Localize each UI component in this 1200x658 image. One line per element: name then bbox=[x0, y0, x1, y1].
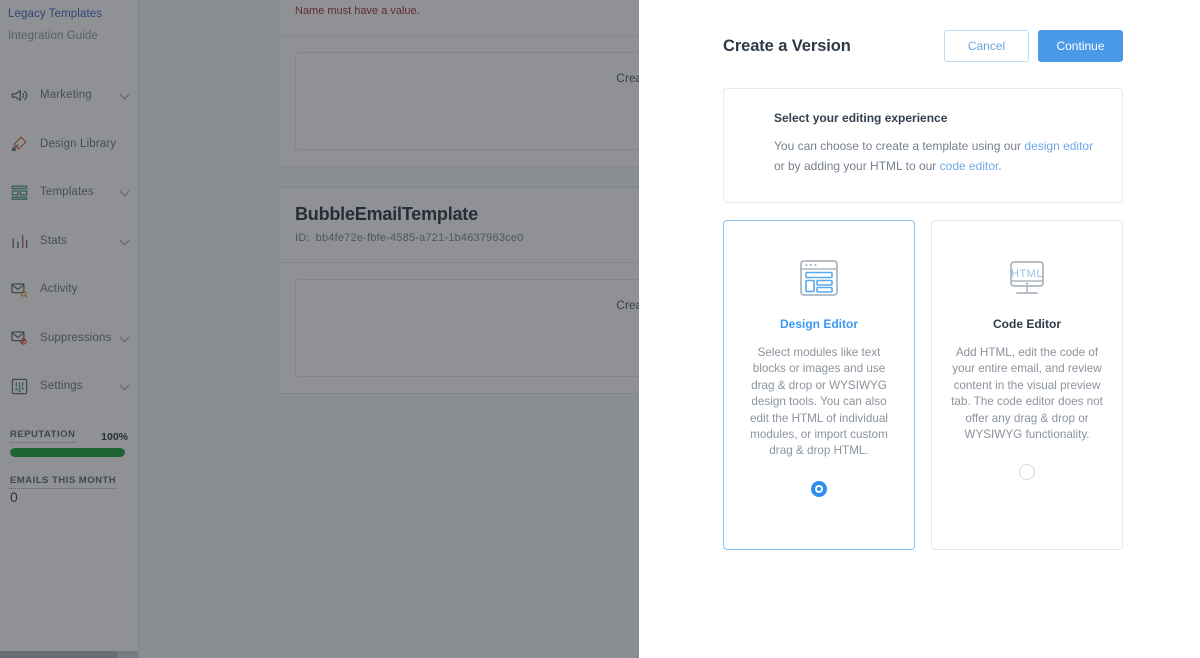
editor-options-row: Design Editor Select modules like text b… bbox=[723, 220, 1123, 550]
info-text-part3: . bbox=[998, 159, 1002, 173]
radio-design-editor[interactable] bbox=[811, 480, 827, 497]
info-text-part1: You can choose to create a template usin… bbox=[774, 139, 1025, 153]
option-description-code-editor: Add HTML, edit the code of your entire e… bbox=[951, 346, 1103, 442]
continue-button[interactable]: Continue bbox=[1038, 30, 1123, 62]
info-box-title: Select your editing experience bbox=[774, 111, 948, 125]
cancel-button[interactable]: Cancel bbox=[944, 30, 1029, 62]
svg-text:HTML: HTML bbox=[1011, 268, 1043, 280]
code-editor-monitor-icon: HTML bbox=[1000, 247, 1054, 309]
design-editor-link[interactable]: design editor bbox=[1024, 139, 1093, 153]
modal-scrim-overlay[interactable] bbox=[0, 0, 639, 658]
option-title-code-editor: Code Editor bbox=[993, 317, 1061, 331]
option-card-code-editor[interactable]: HTML Code Editor Add HTML, edit the code… bbox=[931, 220, 1123, 550]
info-box-text: You can choose to create a template usin… bbox=[774, 136, 1098, 176]
design-editor-window-icon bbox=[792, 247, 846, 309]
option-card-design-editor[interactable]: Design Editor Select modules like text b… bbox=[723, 220, 915, 550]
option-title-design-editor: Design Editor bbox=[779, 317, 858, 331]
panel-title: Create a Version bbox=[723, 36, 851, 55]
panel-header: Create a Version Cancel Continue bbox=[639, 0, 1200, 62]
info-text-part2: or by adding your HTML to our bbox=[774, 159, 940, 173]
create-version-panel: Create a Version Cancel Continue Select … bbox=[639, 0, 1200, 658]
code-editor-link[interactable]: code editor bbox=[940, 159, 999, 173]
option-description-design-editor: Select modules like text blocks or image… bbox=[750, 346, 888, 458]
radio-code-editor[interactable] bbox=[1019, 464, 1035, 481]
editing-experience-info-box: Select your editing experience You can c… bbox=[723, 88, 1123, 203]
